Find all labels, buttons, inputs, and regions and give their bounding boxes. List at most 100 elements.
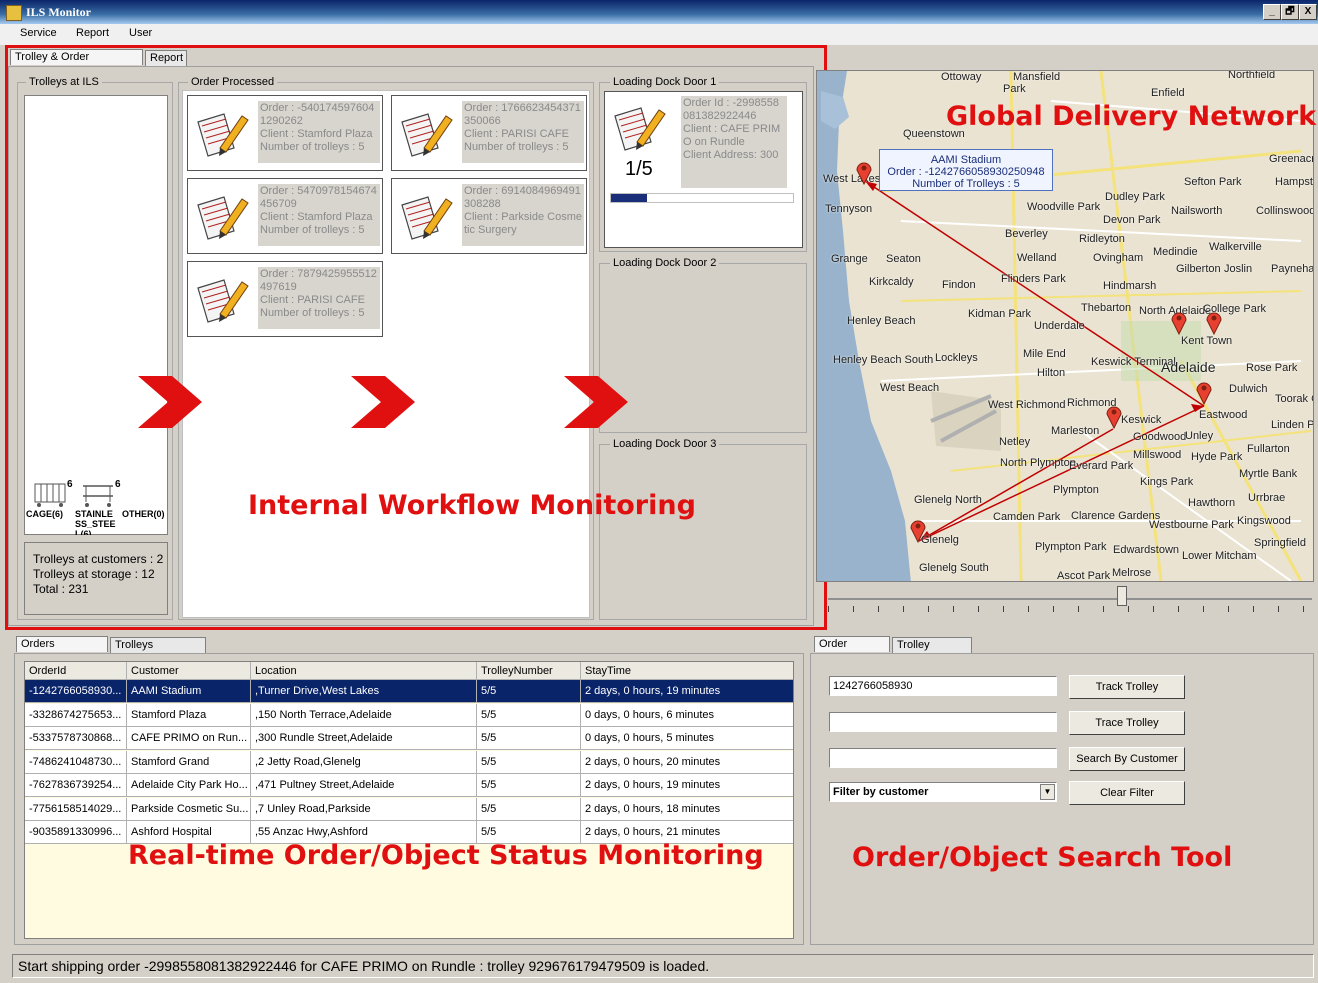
map-place-label: Joslin bbox=[1224, 263, 1253, 275]
map-place-label: Welland bbox=[1017, 252, 1057, 264]
cell-location: ,Turner Drive,West Lakes bbox=[251, 680, 477, 703]
map-place-label: Plympton bbox=[1053, 484, 1099, 496]
cell-location: ,7 Unley Road,Parkside bbox=[251, 797, 477, 821]
map-place-label: Walkerville bbox=[1209, 241, 1262, 253]
map-zoom-thumb[interactable] bbox=[1117, 586, 1127, 606]
map-place-label: Henley Beach South bbox=[833, 354, 934, 366]
customer-filter-value: Filter by customer bbox=[833, 786, 929, 798]
tooltip-trolleys: Number of Trolleys : 5 bbox=[912, 178, 1020, 190]
map-place-label: Hawthorn bbox=[1188, 497, 1236, 509]
map-place-label: Plympton Park bbox=[1035, 541, 1107, 553]
minimize-button[interactable]: _ bbox=[1263, 4, 1281, 20]
order-id-input[interactable]: 1242766058930 bbox=[829, 676, 1057, 696]
map-pin-icon[interactable] bbox=[1170, 309, 1188, 335]
tab-orders-delivered[interactable]: Orders Delivered bbox=[16, 636, 108, 665]
column-header-staytime[interactable]: StayTime bbox=[581, 662, 793, 680]
track-trolley-button[interactable]: Track Trolley bbox=[1069, 675, 1185, 699]
table-row[interactable]: -7627836739254... Adelaide City Park Ho..… bbox=[25, 774, 793, 797]
map-place-label: Kirkcaldy bbox=[869, 276, 914, 288]
map-place-label: Camden Park bbox=[993, 511, 1061, 523]
map-place-label: Mansfield bbox=[1013, 71, 1061, 83]
map-zoom-track[interactable] bbox=[828, 598, 1312, 600]
map-place-label: Kingswood bbox=[1237, 515, 1291, 527]
cell-orderid: -9035891330996... bbox=[25, 821, 127, 844]
app-icon bbox=[6, 5, 22, 21]
workflow-annotation: Internal Workflow Monitoring bbox=[248, 490, 696, 521]
column-header-location[interactable]: Location bbox=[251, 662, 477, 680]
cell-trolleynumber: 5/5 bbox=[477, 797, 581, 821]
trolley-id-input[interactable] bbox=[829, 712, 1057, 732]
tab-trolleys-delivered[interactable]: Trolleys Delivered bbox=[110, 637, 206, 666]
cell-trolleynumber: 5/5 bbox=[477, 680, 581, 703]
search-by-customer-button[interactable]: Search By Customer bbox=[1069, 747, 1185, 771]
cell-staytime: 2 days, 0 hours, 19 minutes bbox=[581, 774, 793, 797]
cell-staytime: 2 days, 0 hours, 19 minutes bbox=[581, 680, 793, 703]
map-place-label: Woodville Park bbox=[1027, 201, 1101, 213]
map-place-label: Flinders Park bbox=[1001, 273, 1066, 285]
delivery-map[interactable]: Ottoway Mansfield Park Northfield Queenstown… bbox=[816, 70, 1314, 582]
map-place-label: Rose Park bbox=[1246, 362, 1298, 374]
map-pin-icon[interactable] bbox=[1205, 309, 1223, 335]
chevron-down-icon[interactable]: ▼ bbox=[1040, 784, 1055, 800]
column-header-orderid[interactable]: OrderId bbox=[25, 662, 127, 680]
menu-user[interactable]: User bbox=[129, 27, 152, 39]
tab-trolley-search[interactable]: Trolley Search bbox=[892, 637, 972, 666]
clear-filter-button[interactable]: Clear Filter bbox=[1069, 781, 1185, 805]
table-row[interactable]: -1242766058930... AAMI Stadium ,Turner Dri… bbox=[25, 680, 793, 703]
menu-report[interactable]: Report bbox=[76, 27, 109, 39]
close-button[interactable]: X bbox=[1299, 4, 1317, 20]
map-place-label: Millswood bbox=[1133, 449, 1182, 461]
map-place-label: Westbourne Park bbox=[1149, 519, 1234, 531]
map-place-label: Urrbrae bbox=[1248, 492, 1286, 504]
map-place-label: Dulwich bbox=[1229, 383, 1268, 395]
map-place-label: Netley bbox=[999, 436, 1031, 448]
map-place-label: Ottoway bbox=[941, 71, 982, 83]
map-place-label: Everard Park bbox=[1069, 460, 1134, 472]
cell-customer: Stamford Plaza bbox=[127, 703, 251, 727]
map-pin-icon[interactable] bbox=[855, 159, 873, 185]
map-place-label: Thebarton bbox=[1081, 302, 1132, 314]
map-place-label: Greenacres bbox=[1269, 153, 1313, 165]
map-place-label: Medindie bbox=[1153, 246, 1198, 258]
cell-customer: AAMI Stadium bbox=[127, 680, 251, 703]
search-annotation: Order/Object Search Tool bbox=[852, 842, 1233, 873]
orders-grid: OrderId Customer Location TrolleyNumber … bbox=[24, 661, 794, 939]
map-place-label: Gilberton bbox=[1176, 263, 1221, 275]
workflow-highlight-frame bbox=[5, 45, 827, 630]
map-pin-icon[interactable] bbox=[1195, 379, 1213, 405]
customer-input[interactable] bbox=[829, 748, 1057, 768]
cell-location: ,150 North Terrace,Adelaide bbox=[251, 703, 477, 727]
title-bar: ILS Monitor _ 🗗 X bbox=[0, 0, 1318, 25]
map-place-label: Ovingham bbox=[1093, 252, 1144, 264]
map-place-label: Park bbox=[1003, 83, 1026, 95]
map-place-label: West Richmond bbox=[988, 399, 1066, 411]
map-place-label: Sefton Park bbox=[1184, 176, 1242, 188]
map-place-label: Springfield bbox=[1254, 537, 1306, 549]
map-place-label: Collinswood bbox=[1256, 205, 1314, 217]
table-row[interactable]: -7756158514029... Parkside Cosmetic Su...… bbox=[25, 797, 793, 821]
maximize-button[interactable]: 🗗 bbox=[1281, 4, 1299, 20]
column-header-trolleynumber[interactable]: TrolleyNumber bbox=[477, 662, 581, 680]
map-place-label: Payneham bbox=[1271, 263, 1314, 275]
customer-filter-select[interactable]: Filter by customer ▼ bbox=[829, 782, 1057, 802]
table-row[interactable]: -5337578730868... CAFE PRIMO on Run... ,30… bbox=[25, 727, 793, 750]
tab-order-search[interactable]: Order Search bbox=[814, 636, 890, 665]
map-place-label: Lockleys bbox=[935, 352, 978, 364]
table-row[interactable]: -7486241048730... Stamford Grand ,2 Jetty … bbox=[25, 750, 793, 774]
cell-orderid: -7756158514029... bbox=[25, 797, 127, 821]
menu-service[interactable]: Service bbox=[20, 27, 57, 39]
column-header-customer[interactable]: Customer bbox=[127, 662, 251, 680]
map-place-label: Enfield bbox=[1151, 87, 1185, 99]
map-place-label: North Plympton bbox=[1000, 457, 1076, 469]
table-row[interactable]: -3328674275653... Stamford Plaza ,150 Nort… bbox=[25, 703, 793, 727]
map-pin-icon[interactable] bbox=[1105, 403, 1123, 429]
trace-trolley-button[interactable]: Trace Trolley bbox=[1069, 711, 1185, 735]
map-pin-icon[interactable] bbox=[909, 517, 927, 543]
cell-staytime: 0 days, 0 hours, 6 minutes bbox=[581, 703, 793, 727]
map-place-label: Hyde Park bbox=[1191, 451, 1243, 463]
map-place-label: Northfield bbox=[1228, 70, 1276, 81]
map-place-label: Clarence Gardens bbox=[1071, 510, 1161, 522]
map-place-label: Toorak Gardens bbox=[1275, 393, 1313, 405]
map-place-label: Hilton bbox=[1037, 367, 1066, 379]
cell-staytime: 2 days, 0 hours, 18 minutes bbox=[581, 797, 793, 821]
